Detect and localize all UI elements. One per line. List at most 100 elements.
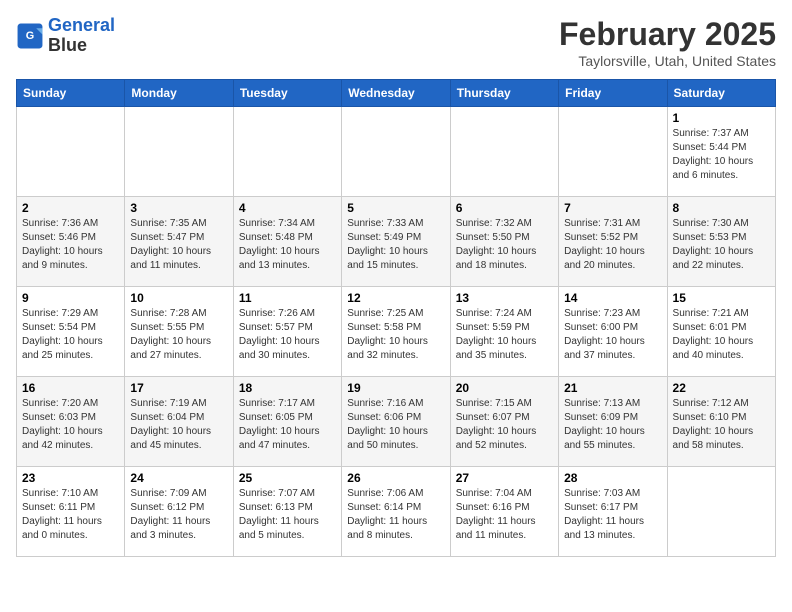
logo-icon: G <box>16 22 44 50</box>
title-area: February 2025 Taylorsville, Utah, United… <box>559 16 776 69</box>
calendar-cell: 12 Sunrise: 7:25 AM Sunset: 5:58 PM Dayli… <box>342 287 450 377</box>
day-info: Sunrise: 7:30 AM Sunset: 5:53 PM Dayligh… <box>673 217 770 273</box>
day-of-week-header: Friday <box>559 80 667 107</box>
calendar-cell: 14 Sunrise: 7:23 AM Sunset: 6:00 PM Dayli… <box>559 287 667 377</box>
day-info: Sunrise: 7:23 AM Sunset: 6:00 PM Dayligh… <box>564 307 661 363</box>
day-number: 2 <box>22 201 119 215</box>
day-number: 27 <box>456 471 553 485</box>
day-info: Sunrise: 7:32 AM Sunset: 5:50 PM Dayligh… <box>456 217 553 273</box>
svg-text:G: G <box>26 30 34 42</box>
day-info: Sunrise: 7:29 AM Sunset: 5:54 PM Dayligh… <box>22 307 119 363</box>
day-info: Sunrise: 7:16 AM Sunset: 6:06 PM Dayligh… <box>347 397 444 453</box>
day-info: Sunrise: 7:07 AM Sunset: 6:13 PM Dayligh… <box>239 487 336 543</box>
day-of-week-header: Thursday <box>450 80 558 107</box>
day-number: 11 <box>239 291 336 305</box>
day-info: Sunrise: 7:34 AM Sunset: 5:48 PM Dayligh… <box>239 217 336 273</box>
day-of-week-header: Saturday <box>667 80 775 107</box>
day-number: 24 <box>130 471 227 485</box>
day-info: Sunrise: 7:21 AM Sunset: 6:01 PM Dayligh… <box>673 307 770 363</box>
day-info: Sunrise: 7:31 AM Sunset: 5:52 PM Dayligh… <box>564 217 661 273</box>
calendar-cell <box>342 107 450 197</box>
calendar-cell: 24 Sunrise: 7:09 AM Sunset: 6:12 PM Dayli… <box>125 467 233 557</box>
logo: G General Blue <box>16 16 115 56</box>
day-number: 21 <box>564 381 661 395</box>
calendar-week-row: 2 Sunrise: 7:36 AM Sunset: 5:46 PM Daylig… <box>17 197 776 287</box>
calendar-cell: 8 Sunrise: 7:30 AM Sunset: 5:53 PM Daylig… <box>667 197 775 287</box>
calendar-header-row: SundayMondayTuesdayWednesdayThursdayFrid… <box>17 80 776 107</box>
day-info: Sunrise: 7:33 AM Sunset: 5:49 PM Dayligh… <box>347 217 444 273</box>
day-of-week-header: Sunday <box>17 80 125 107</box>
day-info: Sunrise: 7:24 AM Sunset: 5:59 PM Dayligh… <box>456 307 553 363</box>
calendar-cell <box>559 107 667 197</box>
day-info: Sunrise: 7:20 AM Sunset: 6:03 PM Dayligh… <box>22 397 119 453</box>
calendar-cell: 10 Sunrise: 7:28 AM Sunset: 5:55 PM Dayli… <box>125 287 233 377</box>
day-number: 22 <box>673 381 770 395</box>
day-of-week-header: Wednesday <box>342 80 450 107</box>
calendar-cell: 7 Sunrise: 7:31 AM Sunset: 5:52 PM Daylig… <box>559 197 667 287</box>
day-number: 19 <box>347 381 444 395</box>
day-info: Sunrise: 7:09 AM Sunset: 6:12 PM Dayligh… <box>130 487 227 543</box>
calendar-week-row: 1 Sunrise: 7:37 AM Sunset: 5:44 PM Daylig… <box>17 107 776 197</box>
calendar-cell: 13 Sunrise: 7:24 AM Sunset: 5:59 PM Dayli… <box>450 287 558 377</box>
calendar-cell <box>125 107 233 197</box>
calendar-cell <box>17 107 125 197</box>
calendar-cell: 1 Sunrise: 7:37 AM Sunset: 5:44 PM Daylig… <box>667 107 775 197</box>
day-of-week-header: Tuesday <box>233 80 341 107</box>
calendar-cell: 16 Sunrise: 7:20 AM Sunset: 6:03 PM Dayli… <box>17 377 125 467</box>
day-number: 7 <box>564 201 661 215</box>
day-number: 16 <box>22 381 119 395</box>
calendar-cell: 17 Sunrise: 7:19 AM Sunset: 6:04 PM Dayli… <box>125 377 233 467</box>
calendar-cell: 26 Sunrise: 7:06 AM Sunset: 6:14 PM Dayli… <box>342 467 450 557</box>
month-title: February 2025 <box>559 16 776 53</box>
calendar-cell: 4Sunrise: 7:34 AM Sunset: 5:48 PM Daylig… <box>233 197 341 287</box>
calendar-cell: 28 Sunrise: 7:03 AM Sunset: 6:17 PM Dayli… <box>559 467 667 557</box>
day-number: 17 <box>130 381 227 395</box>
day-number: 10 <box>130 291 227 305</box>
day-info: Sunrise: 7:25 AM Sunset: 5:58 PM Dayligh… <box>347 307 444 363</box>
day-info: Sunrise: 7:15 AM Sunset: 6:07 PM Dayligh… <box>456 397 553 453</box>
calendar-cell: 5Sunrise: 7:33 AM Sunset: 5:49 PM Daylig… <box>342 197 450 287</box>
day-number: 12 <box>347 291 444 305</box>
page-header: G General Blue February 2025 Taylorsvill… <box>16 16 776 69</box>
day-number: 26 <box>347 471 444 485</box>
day-number: 28 <box>564 471 661 485</box>
day-info: Sunrise: 7:36 AM Sunset: 5:46 PM Dayligh… <box>22 217 119 273</box>
day-number: 6 <box>456 201 553 215</box>
calendar-cell: 22Sunrise: 7:12 AM Sunset: 6:10 PM Dayli… <box>667 377 775 467</box>
calendar-cell: 3Sunrise: 7:35 AM Sunset: 5:47 PM Daylig… <box>125 197 233 287</box>
calendar-week-row: 9 Sunrise: 7:29 AM Sunset: 5:54 PM Daylig… <box>17 287 776 377</box>
day-number: 8 <box>673 201 770 215</box>
calendar-cell: 9 Sunrise: 7:29 AM Sunset: 5:54 PM Daylig… <box>17 287 125 377</box>
day-info: Sunrise: 7:13 AM Sunset: 6:09 PM Dayligh… <box>564 397 661 453</box>
day-number: 15 <box>673 291 770 305</box>
calendar-week-row: 16 Sunrise: 7:20 AM Sunset: 6:03 PM Dayli… <box>17 377 776 467</box>
calendar-cell: 6 Sunrise: 7:32 AM Sunset: 5:50 PM Daylig… <box>450 197 558 287</box>
calendar-cell <box>450 107 558 197</box>
day-info: Sunrise: 7:19 AM Sunset: 6:04 PM Dayligh… <box>130 397 227 453</box>
calendar-cell: 2 Sunrise: 7:36 AM Sunset: 5:46 PM Daylig… <box>17 197 125 287</box>
calendar-cell: 11Sunrise: 7:26 AM Sunset: 5:57 PM Dayli… <box>233 287 341 377</box>
calendar-cell: 19 Sunrise: 7:16 AM Sunset: 6:06 PM Dayli… <box>342 377 450 467</box>
calendar-cell: 21 Sunrise: 7:13 AM Sunset: 6:09 PM Dayli… <box>559 377 667 467</box>
day-info: Sunrise: 7:17 AM Sunset: 6:05 PM Dayligh… <box>239 397 336 453</box>
day-info: Sunrise: 7:37 AM Sunset: 5:44 PM Dayligh… <box>673 127 770 183</box>
day-info: Sunrise: 7:28 AM Sunset: 5:55 PM Dayligh… <box>130 307 227 363</box>
calendar-cell: 20 Sunrise: 7:15 AM Sunset: 6:07 PM Dayli… <box>450 377 558 467</box>
calendar-cell <box>233 107 341 197</box>
day-number: 1 <box>673 111 770 125</box>
day-number: 20 <box>456 381 553 395</box>
calendar-cell: 27 Sunrise: 7:04 AM Sunset: 6:16 PM Dayli… <box>450 467 558 557</box>
day-number: 14 <box>564 291 661 305</box>
day-number: 13 <box>456 291 553 305</box>
day-number: 18 <box>239 381 336 395</box>
calendar-cell: 23Sunrise: 7:10 AM Sunset: 6:11 PM Dayli… <box>17 467 125 557</box>
day-info: Sunrise: 7:06 AM Sunset: 6:14 PM Dayligh… <box>347 487 444 543</box>
day-number: 25 <box>239 471 336 485</box>
calendar-cell: 18 Sunrise: 7:17 AM Sunset: 6:05 PM Dayli… <box>233 377 341 467</box>
day-of-week-header: Monday <box>125 80 233 107</box>
day-info: Sunrise: 7:03 AM Sunset: 6:17 PM Dayligh… <box>564 487 661 543</box>
day-info: Sunrise: 7:04 AM Sunset: 6:16 PM Dayligh… <box>456 487 553 543</box>
calendar-cell <box>667 467 775 557</box>
day-number: 9 <box>22 291 119 305</box>
calendar-week-row: 23Sunrise: 7:10 AM Sunset: 6:11 PM Dayli… <box>17 467 776 557</box>
